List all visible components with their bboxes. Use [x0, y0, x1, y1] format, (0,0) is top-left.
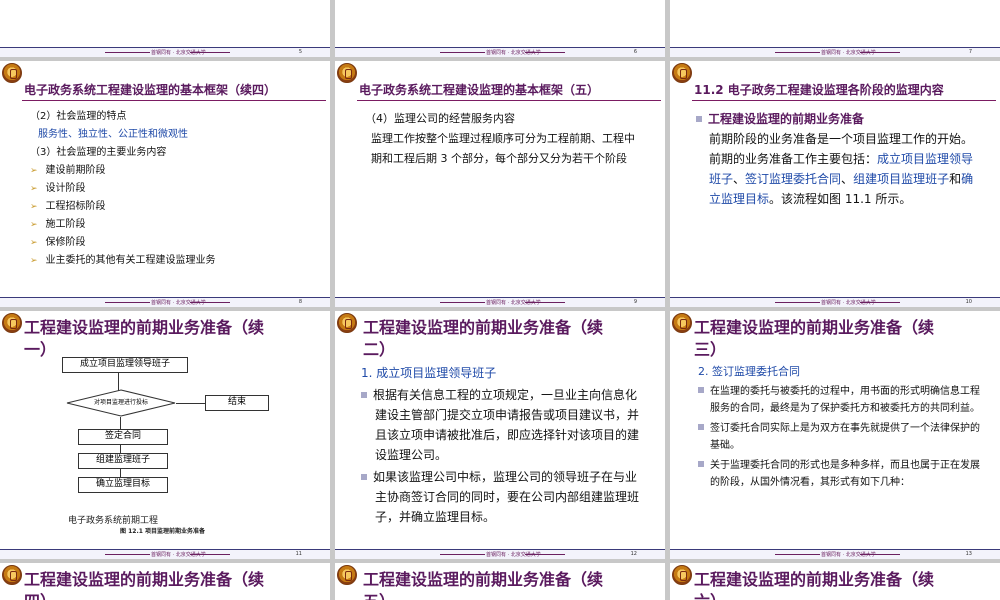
figure-caption-main: 电子政务系统前期工程: [68, 516, 159, 526]
arrow-bullet-icon: ➢: [30, 184, 38, 194]
list-item: 在监理的委托与被委托的过程中，用书面的形式明确信息工程服务的合同，最终是为了保护…: [698, 383, 980, 417]
slide-footer: 首钢同有 · 北京交通大学 9: [335, 297, 665, 307]
section-heading: （2）社会监理的特点: [30, 111, 127, 122]
slide-title: 工程建设监理的前期业务准备（续四）: [24, 570, 265, 600]
page-number: 9: [633, 299, 637, 305]
body-text: 监理工作按整个监理过程顺序可分为工程前期、工程中期和工程后期 3 个部分，每个部…: [371, 132, 635, 165]
arrow-bullet-icon: ➢: [30, 238, 38, 248]
page-number: 11: [295, 551, 302, 557]
slide-10[interactable]: 11.2 电子政务工程建设监理各阶段的监理内容 工程建设监理的前期业务准备 前期…: [670, 61, 1000, 307]
arrow-bullet-icon: ➢: [30, 256, 38, 266]
title-divider: [692, 100, 996, 101]
list-item: 签订委托合同实际上是为双方在事先就提供了一个法律保护的基础。: [698, 420, 980, 454]
body-text: 前期阶段的业务准备是一个项目监理工作的开始。前期的业务准备工作主要包括：成立项目…: [709, 132, 974, 206]
list-item: 工程建设监理的前期业务准备: [696, 109, 978, 129]
university-logo-icon: [337, 313, 357, 333]
page-number: 6: [633, 49, 637, 55]
page-number: 12: [630, 551, 637, 557]
slide-title: 工程建设监理的前期业务准备（续一）: [24, 318, 265, 359]
section-heading: （4）监理公司的经营服务内容: [365, 112, 515, 125]
slide-footer: 首钢同有 · 北京交通大学 6: [335, 47, 665, 57]
list-item: ➢ 工程招标阶段: [30, 201, 106, 212]
slide-footer: 首钢同有 · 北京交通大学 13: [670, 549, 1000, 559]
slide-15[interactable]: 工程建设监理的前期业务准备（续五）: [335, 563, 665, 600]
slide-5[interactable]: 首钢同有 · 北京交通大学 5: [0, 0, 330, 57]
slide-title: 电子政务系统工程建设监理的基本框架（续四）: [24, 83, 277, 97]
slide-footer: 首钢同有 · 北京交通大学 12: [335, 549, 665, 559]
page-number: 8: [298, 299, 302, 305]
university-logo-icon: [672, 313, 692, 333]
page-number: 5: [298, 49, 302, 55]
university-logo-icon: [337, 63, 357, 83]
slide-footer: 首钢同有 · 北京交通大学 11: [0, 549, 330, 559]
slide-footer: 首钢同有 · 北京交通大学 7: [670, 47, 1000, 57]
university-logo-icon: [337, 565, 357, 585]
flowchart-node: 签定合同: [78, 429, 168, 445]
list-item: 关于监理委托合同的形式也是多种多样，而且也属于正在发展的阶段，从国外情况看，其形…: [698, 457, 980, 491]
square-bullet-icon: [361, 392, 367, 398]
slide-title: 11.2 电子政务工程建设监理各阶段的监理内容: [694, 83, 944, 97]
university-logo-icon: [2, 565, 22, 585]
university-logo-icon: [672, 63, 692, 83]
list-item: ➢ 建设前期阶段: [30, 165, 106, 176]
page-number: 10: [965, 299, 972, 305]
slide-footer: 首钢同有 · 北京交通大学 5: [0, 47, 330, 57]
university-logo-icon: [672, 565, 692, 585]
square-bullet-icon: [698, 424, 704, 430]
flowchart-end-node: 结束: [205, 395, 269, 411]
list-item: ➢ 设计阶段: [30, 183, 86, 194]
section-subtext: 服务性、独立性、公正性和微观性: [38, 129, 188, 140]
section-heading: 2. 签订监理委托合同: [698, 365, 800, 378]
section-heading: （3）社会监理的主要业务内容: [30, 147, 167, 158]
slide-footer: 首钢同有 · 北京交通大学 8: [0, 297, 330, 307]
slide-7[interactable]: 首钢同有 · 北京交通大学 7: [670, 0, 1000, 57]
slide-title: 电子政务系统工程建设监理的基本框架（五）: [359, 83, 600, 97]
flowchart-node: 成立项目监理领导班子: [62, 357, 188, 373]
slide-12[interactable]: 工程建设监理的前期业务准备（续二） 1. 成立项目监理领导班子 根据有关信息工程…: [335, 311, 665, 559]
flowchart-node: 组建监理班子: [78, 453, 168, 469]
list-item: ➢ 保修阶段: [30, 237, 86, 248]
arrow-bullet-icon: ➢: [30, 202, 38, 212]
slide-title: 工程建设监理的前期业务准备（续五）: [363, 570, 604, 600]
university-logo-icon: [2, 63, 22, 83]
list-item: ➢ 施工阶段: [30, 219, 86, 230]
square-bullet-icon: [361, 474, 367, 480]
section-heading: 1. 成立项目监理领导班子: [361, 366, 497, 380]
flowchart-decision-label: 对项目监理进行投标: [93, 399, 148, 406]
slide-title: 工程建设监理的前期业务准备（续三）: [694, 318, 935, 359]
slide-16[interactable]: 工程建设监理的前期业务准备（续六）: [670, 563, 1000, 600]
university-logo-icon: [2, 313, 22, 333]
slide-title: 工程建设监理的前期业务准备（续六）: [694, 570, 935, 600]
figure-caption: 图 12.1 项目监理前期业务准备: [120, 528, 205, 535]
slide-9[interactable]: 电子政务系统工程建设监理的基本框架（五） （4）监理公司的经营服务内容 监理工作…: [335, 61, 665, 307]
slide-footer: 首钢同有 · 北京交通大学 10: [670, 297, 1000, 307]
square-bullet-icon: [696, 116, 702, 122]
square-bullet-icon: [698, 387, 704, 393]
title-divider: [357, 100, 661, 101]
page-number: 13: [965, 551, 972, 557]
arrow-bullet-icon: ➢: [30, 220, 38, 230]
flowchart-node: 确立监理目标: [78, 477, 168, 493]
slide-8[interactable]: 电子政务系统工程建设监理的基本框架（续四） （2）社会监理的特点 服务性、独立性…: [0, 61, 330, 307]
list-item: 如果该监理公司中标，监理公司的领导班子在与业主协商签订合同的同时，要在公司内部组…: [361, 467, 641, 527]
title-divider: [22, 100, 326, 101]
slide-13[interactable]: 工程建设监理的前期业务准备（续三） 2. 签订监理委托合同 在监理的委托与被委托…: [670, 311, 1000, 559]
arrow-bullet-icon: ➢: [30, 166, 38, 176]
list-item: 根据有关信息工程的立项规定，一旦业主向信息化建设主管部门提交立项申请报告或项目建…: [361, 385, 641, 465]
slide-6[interactable]: 首钢同有 · 北京交通大学 6: [335, 0, 665, 57]
square-bullet-icon: [698, 461, 704, 467]
slide-14[interactable]: 工程建设监理的前期业务准备（续四）: [0, 563, 330, 600]
slide-11[interactable]: 工程建设监理的前期业务准备（续一） 成立项目监理领导班子 对项目监理进行投标 结…: [0, 311, 330, 559]
page-number: 7: [968, 49, 972, 55]
list-item: ➢ 业主委托的其他有关工程建设监理业务: [30, 255, 216, 266]
slide-title: 工程建设监理的前期业务准备（续二）: [363, 318, 604, 359]
